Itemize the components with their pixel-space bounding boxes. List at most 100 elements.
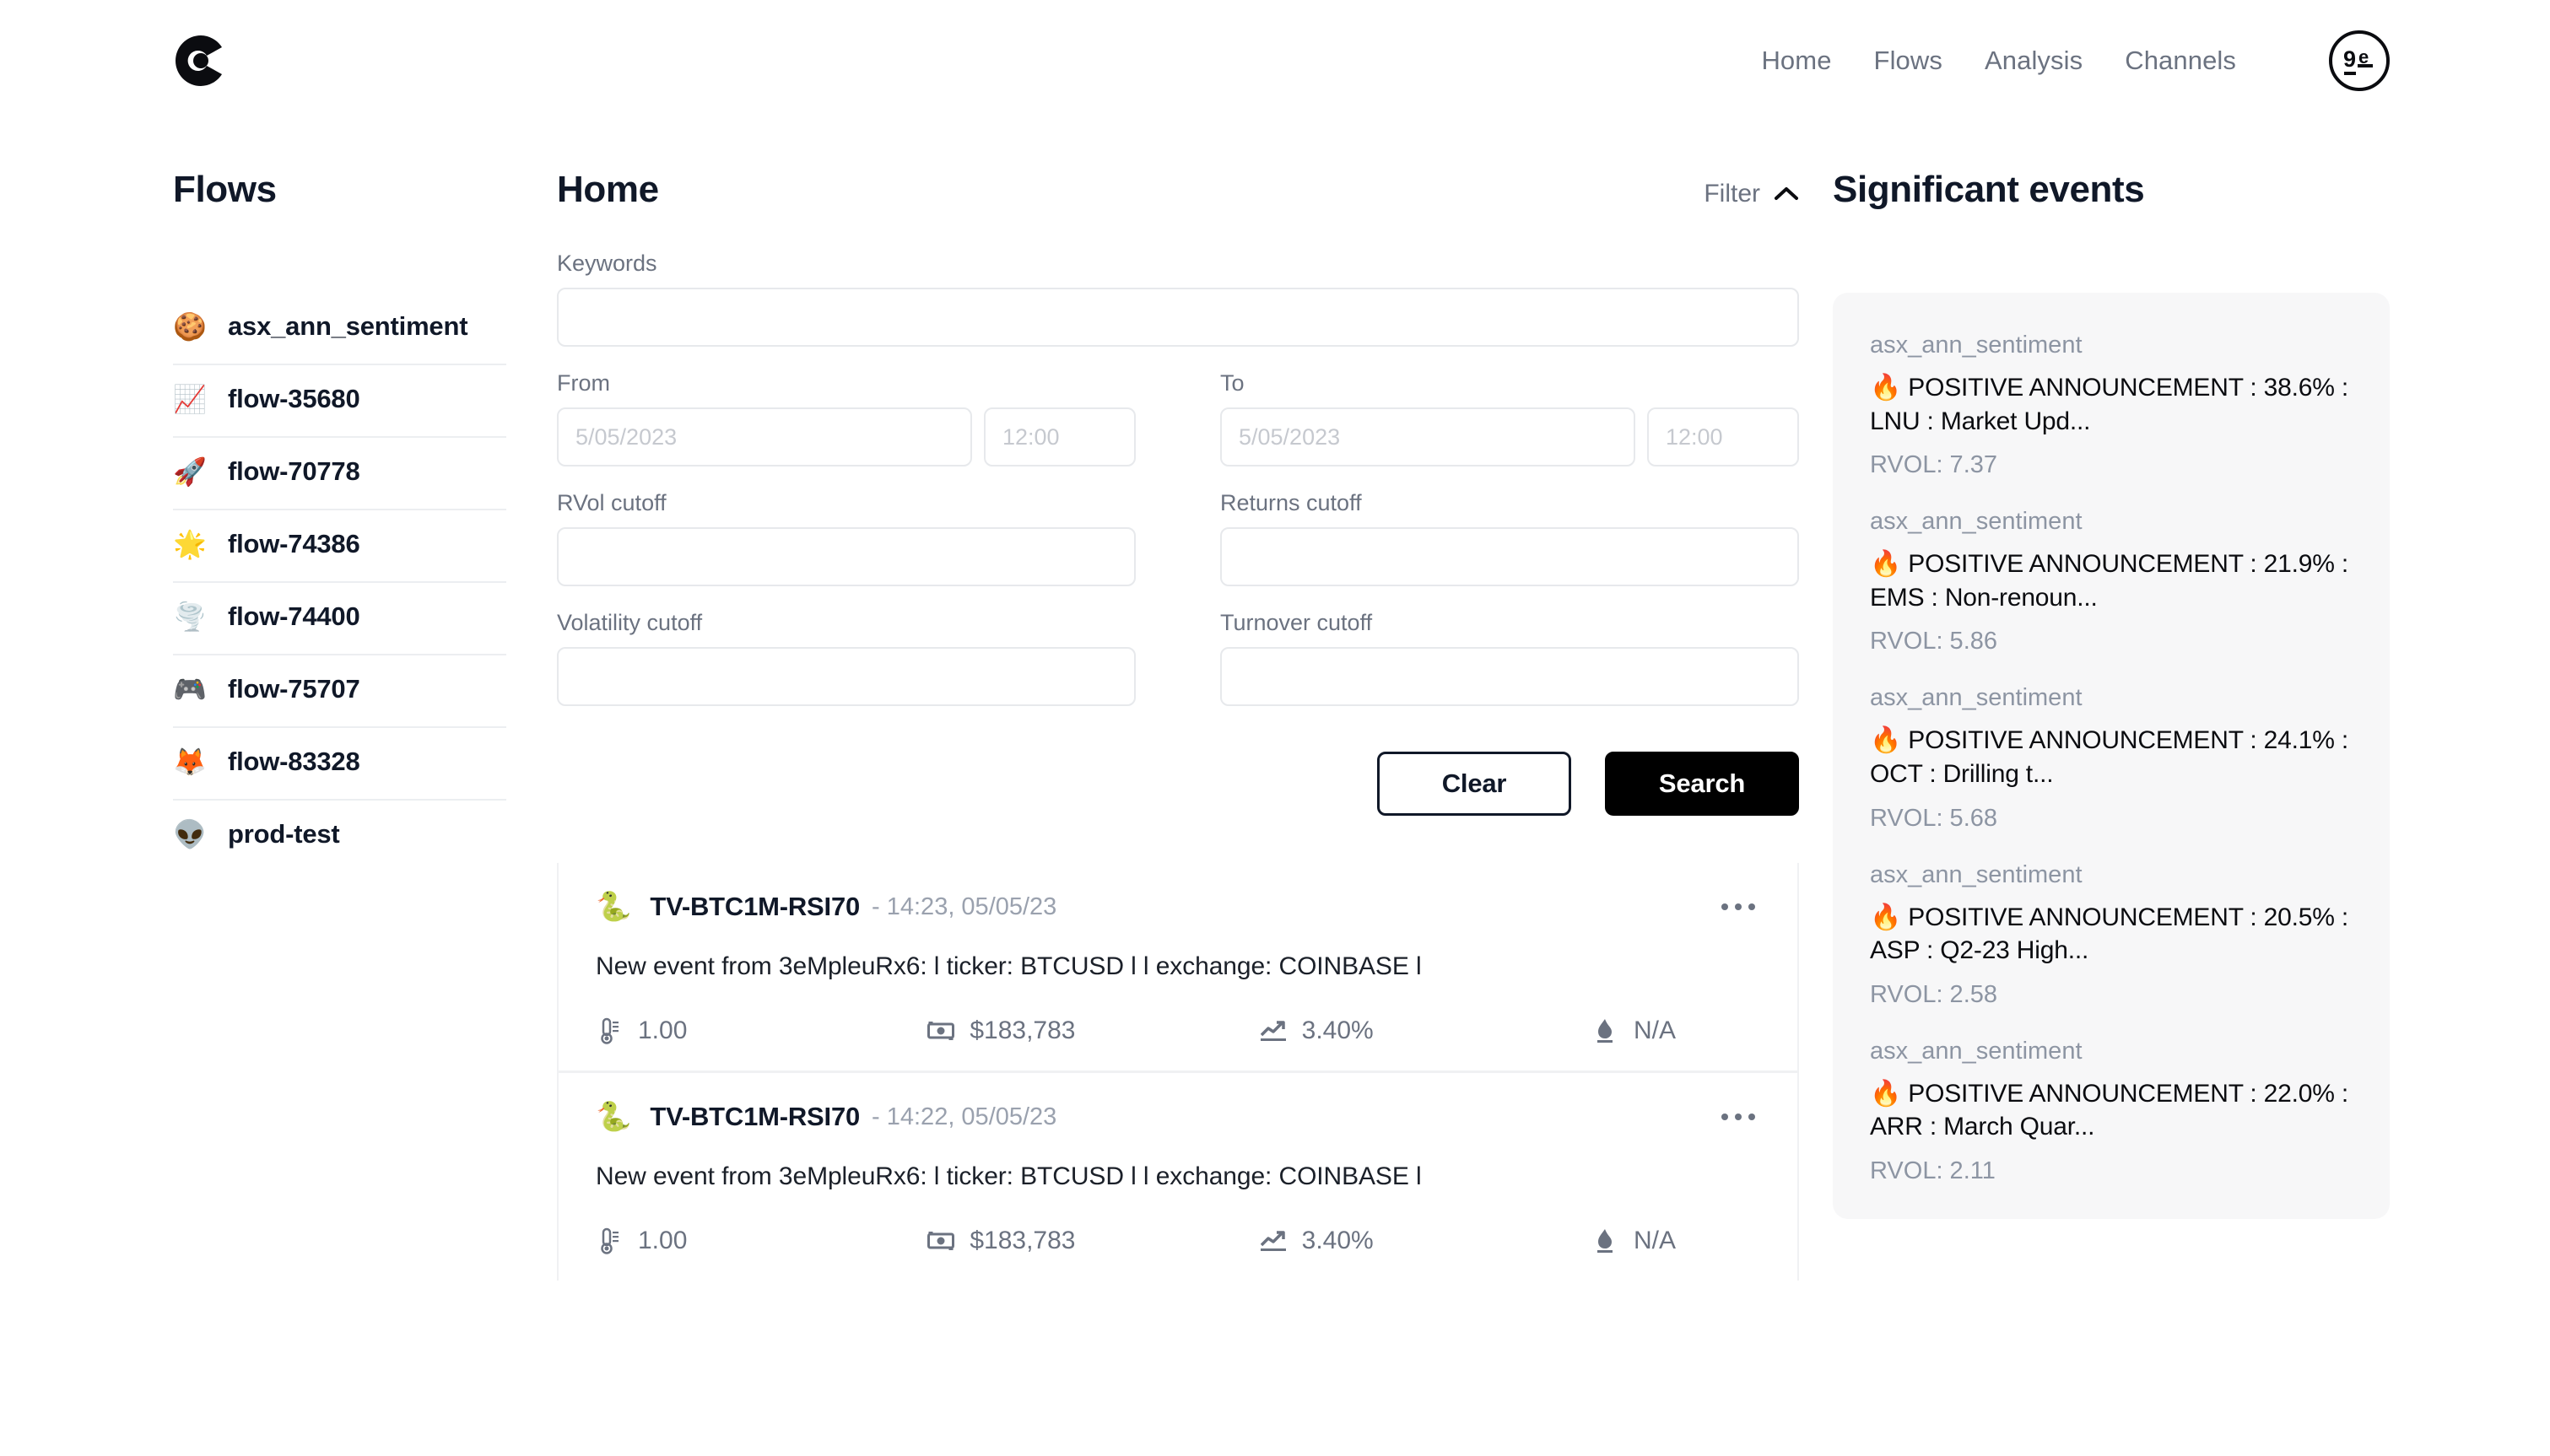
sidebar-item-flow-74400[interactable]: 🌪️ flow-74400 bbox=[173, 581, 506, 654]
filter-form: Keywords From To bbox=[557, 251, 1799, 816]
to-date-input[interactable] bbox=[1220, 407, 1635, 466]
page-title: Home bbox=[557, 169, 659, 210]
sidebar-item-flow-75707[interactable]: 🎮 flow-75707 bbox=[173, 654, 506, 726]
sidebar-title: Flows bbox=[173, 169, 277, 210]
page-body: Flows 🍪 asx_ann_sentiment 📈 flow-35680 🚀… bbox=[0, 121, 2550, 1281]
rocket-icon: 🚀 bbox=[173, 456, 207, 488]
alien-icon: 👽 bbox=[173, 818, 207, 850]
glowing-star-icon: 🌟 bbox=[173, 528, 207, 560]
turnover-group: Turnover cutoff bbox=[1220, 610, 1799, 706]
main-header: Home Filter bbox=[557, 121, 1799, 208]
metric-value: 3.40% bbox=[1301, 1017, 1374, 1044]
metric-rvol: 1.00 bbox=[596, 1017, 927, 1045]
sidebar-item-label: flow-74400 bbox=[228, 601, 360, 631]
event-metrics: 1.00 $183,783 3.40% N/A bbox=[596, 1017, 1760, 1045]
event-rvol: RVOL: 7.37 bbox=[1870, 451, 1998, 479]
event-headline: 🔥 POSITIVE ANNOUNCEMENT : 24.1% : OCT : … bbox=[1870, 724, 2353, 790]
event-header: 🐍 TV-BTC1M-RSI70 - 14:22, 05/05/23 bbox=[596, 1102, 1760, 1132]
from-label: From bbox=[557, 370, 610, 396]
chart-line-up-icon bbox=[1260, 1020, 1287, 1042]
form-buttons: Clear Search bbox=[557, 752, 1799, 816]
significant-event-item[interactable]: asx_ann_sentiment 🔥 POSITIVE ANNOUNCEMEN… bbox=[1870, 1038, 2353, 1185]
significant-event-item[interactable]: asx_ann_sentiment 🔥 POSITIVE ANNOUNCEMEN… bbox=[1870, 332, 2353, 479]
sidebar-item-asx-ann-sentiment[interactable]: 🍪 asx_ann_sentiment bbox=[173, 293, 506, 364]
avatar[interactable]: 9 e bbox=[2329, 30, 2390, 91]
flame-icon bbox=[1591, 1018, 1618, 1043]
significant-event-item[interactable]: asx_ann_sentiment 🔥 POSITIVE ANNOUNCEMEN… bbox=[1870, 508, 2353, 655]
more-options-icon[interactable] bbox=[1716, 895, 1760, 919]
returns-cutoff-input[interactable] bbox=[1220, 527, 1799, 586]
event-timestamp: - 14:22, 05/05/23 bbox=[872, 1103, 1057, 1130]
from-date-input[interactable] bbox=[557, 407, 972, 466]
fire-icon: 🔥 bbox=[1870, 373, 1902, 402]
event-headline: 🔥 POSITIVE ANNOUNCEMENT : 20.5% : ASP : … bbox=[1870, 901, 2353, 968]
metric-volatility: N/A bbox=[1591, 1227, 1760, 1255]
metric-returns: 3.40% bbox=[1260, 1017, 1591, 1045]
nav-link-channels[interactable]: Channels bbox=[2125, 46, 2236, 76]
cutoff-row-1: RVol cutoff Returns cutoff bbox=[557, 490, 1799, 586]
metric-value: 1.00 bbox=[638, 1017, 688, 1044]
volatility-group: Volatility cutoff bbox=[557, 610, 1136, 706]
filter-label: Filter bbox=[1704, 180, 1760, 208]
metric-volatility: N/A bbox=[1591, 1017, 1760, 1045]
metric-value: N/A bbox=[1633, 1017, 1676, 1044]
event-headline: 🔥 POSITIVE ANNOUNCEMENT : 38.6% : LNU : … bbox=[1870, 371, 2353, 438]
event-metrics: 1.00 $183,783 3.40% N/A bbox=[596, 1227, 1760, 1255]
date-range-row: From To bbox=[557, 370, 1799, 466]
clear-button[interactable]: Clear bbox=[1377, 752, 1571, 816]
event-header: 🐍 TV-BTC1M-RSI70 - 14:23, 05/05/23 bbox=[596, 892, 1760, 922]
sidebar-item-label: flow-35680 bbox=[228, 384, 360, 413]
metric-value: $183,783 bbox=[970, 1017, 1076, 1044]
snake-icon: 🐍 bbox=[596, 890, 632, 924]
main-nav: Home Flows Analysis Channels 9 e bbox=[1761, 30, 2390, 91]
event-card[interactable]: 🐍 TV-BTC1M-RSI70 - 14:23, 05/05/23 New e… bbox=[559, 863, 1797, 1070]
nav-link-analysis[interactable]: Analysis bbox=[1985, 46, 2083, 76]
search-button[interactable]: Search bbox=[1605, 752, 1799, 816]
to-time-input[interactable] bbox=[1647, 407, 1799, 466]
top-header: Home Flows Analysis Channels 9 e bbox=[0, 0, 2550, 121]
to-label: To bbox=[1220, 370, 1245, 396]
sidebar-item-label: prod-test bbox=[228, 819, 340, 849]
sidebar-item-flow-74386[interactable]: 🌟 flow-74386 bbox=[173, 509, 506, 581]
event-card[interactable]: 🐍 TV-BTC1M-RSI70 - 14:22, 05/05/23 New e… bbox=[559, 1070, 1797, 1281]
filter-toggle-button[interactable]: Filter bbox=[1704, 180, 1799, 208]
chart-line-up-icon bbox=[1260, 1230, 1287, 1252]
nav-link-home[interactable]: Home bbox=[1761, 46, 1831, 76]
significant-event-item[interactable]: asx_ann_sentiment 🔥 POSITIVE ANNOUNCEMEN… bbox=[1870, 684, 2353, 832]
sidebar-item-label: flow-75707 bbox=[228, 674, 360, 704]
money-bill-icon bbox=[927, 1231, 955, 1251]
event-source: asx_ann_sentiment bbox=[1870, 1037, 2083, 1065]
event-feed: 🐍 TV-BTC1M-RSI70 - 14:23, 05/05/23 New e… bbox=[557, 863, 1799, 1281]
rvol-cutoff-input[interactable] bbox=[557, 527, 1136, 586]
sidebar-item-flow-70778[interactable]: 🚀 flow-70778 bbox=[173, 436, 506, 509]
event-source: asx_ann_sentiment bbox=[1870, 508, 2083, 536]
flow-list: 🍪 asx_ann_sentiment 📈 flow-35680 🚀 flow-… bbox=[173, 293, 506, 871]
tornado-icon: 🌪️ bbox=[173, 601, 207, 633]
event-source: asx_ann_sentiment bbox=[1870, 860, 2083, 888]
fire-icon: 🔥 bbox=[1870, 549, 1902, 580]
sidebar-item-prod-test[interactable]: 👽 prod-test bbox=[173, 799, 506, 871]
more-options-icon[interactable] bbox=[1716, 1105, 1760, 1129]
nav-link-flows[interactable]: Flows bbox=[1874, 46, 1942, 76]
event-title: TV-BTC1M-RSI70 bbox=[650, 1102, 861, 1131]
event-rvol: RVOL: 2.11 bbox=[1870, 1157, 1996, 1184]
headline-text: POSITIVE ANNOUNCEMENT : 38.6% : LNU : Ma… bbox=[1870, 374, 2349, 435]
event-headline: 🔥 POSITIVE ANNOUNCEMENT : 22.0% : ARR : … bbox=[1870, 1077, 2353, 1144]
metric-value: $183,783 bbox=[970, 1227, 1076, 1254]
significant-event-item[interactable]: asx_ann_sentiment 🔥 POSITIVE ANNOUNCEMEN… bbox=[1870, 861, 2353, 1009]
sidebar-item-flow-83328[interactable]: 🦊 flow-83328 bbox=[173, 726, 506, 799]
event-body: New event from 3eMpleuRx6: l ticker: BTC… bbox=[596, 1162, 1422, 1190]
turnover-cutoff-input[interactable] bbox=[1220, 647, 1799, 706]
metric-value: 3.40% bbox=[1301, 1227, 1374, 1254]
volatility-cutoff-input[interactable] bbox=[557, 647, 1136, 706]
event-source: asx_ann_sentiment bbox=[1870, 332, 2083, 359]
coral-c-logo-icon[interactable] bbox=[173, 33, 229, 89]
keywords-input[interactable] bbox=[557, 288, 1799, 347]
from-time-input[interactable] bbox=[984, 407, 1136, 466]
event-rvol: RVOL: 2.58 bbox=[1870, 980, 1998, 1008]
event-title: TV-BTC1M-RSI70 bbox=[650, 892, 861, 921]
headline-text: POSITIVE ANNOUNCEMENT : 22.0% : ARR : Ma… bbox=[1870, 1079, 2349, 1141]
sidebar-item-flow-35680[interactable]: 📈 flow-35680 bbox=[173, 364, 506, 436]
headline-text: POSITIVE ANNOUNCEMENT : 24.1% : OCT : Dr… bbox=[1870, 726, 2349, 788]
event-headline: 🔥 POSITIVE ANNOUNCEMENT : 21.9% : EMS : … bbox=[1870, 547, 2353, 614]
